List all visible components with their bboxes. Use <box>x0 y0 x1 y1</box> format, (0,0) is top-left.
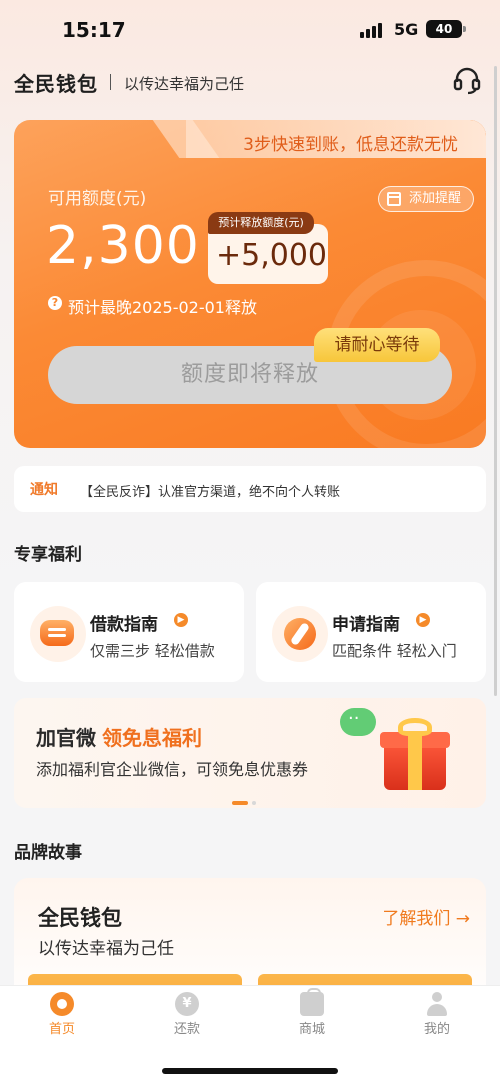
pager-dot <box>252 800 256 805</box>
compass-icon <box>272 606 328 662</box>
calendar-icon <box>387 192 401 206</box>
tab-repay[interactable]: ¥ 还款 <box>137 992 237 1037</box>
card-tagline: 3步快速到账，低息还款无忧 <box>243 135 458 155</box>
quota-amount: 2,300 <box>46 216 200 276</box>
wait-badge: 请耐心等待 <box>314 328 440 362</box>
apply-guide-title: 申请指南 <box>332 615 400 635</box>
user-icon <box>425 992 449 1016</box>
release-date: 预计最晚2025-02-01释放 <box>68 298 257 317</box>
app-logo: 全民钱包 <box>14 72 98 96</box>
apply-guide-card[interactable]: 申请指南 ▶ 匹配条件 轻松入门 <box>256 582 486 682</box>
network-label: 5G <box>394 20 419 39</box>
banner-title-main: 加官微 <box>36 726 96 750</box>
loan-guide-subtitle: 仅需三步 轻松借款 <box>90 642 215 660</box>
tab-home-label: 首页 <box>48 1022 75 1037</box>
signal-icon <box>360 22 384 38</box>
header-divider <box>110 74 111 90</box>
add-reminder-label: 添加提醒 <box>409 191 462 206</box>
tab-home[interactable]: 首页 <box>12 992 112 1037</box>
tab-mall-label: 商城 <box>298 1022 325 1037</box>
gift-icon <box>380 718 452 790</box>
banner-title-accent: 领免息福利 <box>102 726 202 750</box>
notice-bar[interactable]: 通知 【全民反诈】认准官方渠道，绝不向个人转账 <box>14 466 486 512</box>
wechat-icon <box>340 708 376 736</box>
chevron-right-icon: ▶ <box>416 613 430 627</box>
brand-slogan: 以传达幸福为己任 <box>38 939 174 959</box>
status-bar: 15:17 5G 40 <box>0 0 500 58</box>
app-slogan: 以传达幸福为己任 <box>124 75 245 93</box>
wallet-icon <box>30 606 86 662</box>
quota-label: 可用额度(元) <box>48 189 147 209</box>
pager-dot-active <box>232 800 248 805</box>
release-amount-label: 预计释放额度(元) <box>208 212 314 234</box>
brand-name: 全民钱包 <box>38 906 122 930</box>
battery-icon: 40 <box>426 20 466 38</box>
shopping-bag-icon <box>300 988 324 1016</box>
about-us-link[interactable]: 了解我们 → <box>382 904 470 929</box>
banner-title: 加官微 领免息福利 <box>36 722 202 751</box>
chevron-right-icon: ▶ <box>174 613 188 627</box>
banner-subtitle: 添加福利官企业微信，可领免息优惠券 <box>36 760 309 779</box>
add-reminder-button[interactable]: 添加提醒 <box>378 186 474 212</box>
credit-card: 3步快速到账，低息还款无忧 可用额度(元) 2,300 添加提醒 预计释放额度(… <box>14 120 486 448</box>
release-amount: +5,000 <box>216 238 328 273</box>
benefits-section-title: 专享福利 <box>14 545 82 565</box>
status-time: 15:17 <box>62 18 126 42</box>
loan-guide-title: 借款指南 <box>90 615 158 635</box>
wechat-promo-banner[interactable]: 加官微 领免息福利 添加福利官企业微信，可领免息优惠券 <box>14 698 486 808</box>
loan-guide-card[interactable]: 借款指南 ▶ 仅需三步 轻松借款 <box>14 582 244 682</box>
banner-pager <box>232 792 260 808</box>
app-header: 全民钱包 以传达幸福为己任 <box>0 62 500 102</box>
question-icon[interactable]: ? <box>48 296 62 310</box>
brand-section-title: 品牌故事 <box>14 843 82 863</box>
battery-level: 40 <box>435 22 453 36</box>
yen-icon: ¥ <box>175 992 199 1016</box>
tab-mine[interactable]: 我的 <box>387 992 487 1037</box>
home-indicator <box>162 1068 338 1074</box>
tab-mall[interactable]: 商城 <box>262 988 362 1037</box>
scrollbar[interactable] <box>494 66 497 696</box>
headset-icon[interactable] <box>452 66 482 96</box>
tab-mine-label: 我的 <box>423 1022 450 1037</box>
home-icon <box>50 992 74 1016</box>
notice-tag: 通知 <box>30 482 58 498</box>
notice-text: 【全民反诈】认准官方渠道，绝不向个人转账 <box>80 485 341 500</box>
tab-repay-label: 还款 <box>173 1022 200 1037</box>
apply-guide-subtitle: 匹配条件 轻松入门 <box>332 642 457 660</box>
